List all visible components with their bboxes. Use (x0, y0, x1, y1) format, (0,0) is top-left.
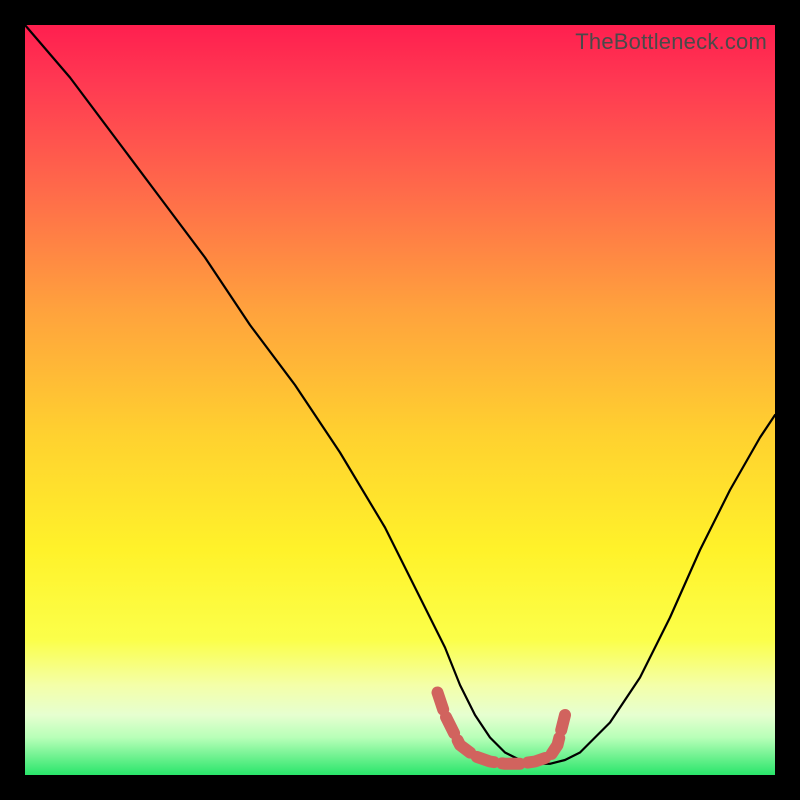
plot-area: TheBottleneck.com (25, 25, 775, 775)
curve-layer (25, 25, 775, 775)
optimal-range-marker (438, 693, 566, 764)
watermark-text: TheBottleneck.com (575, 29, 767, 55)
chart-stage: TheBottleneck.com (0, 0, 800, 800)
bottleneck-curve (25, 25, 775, 764)
